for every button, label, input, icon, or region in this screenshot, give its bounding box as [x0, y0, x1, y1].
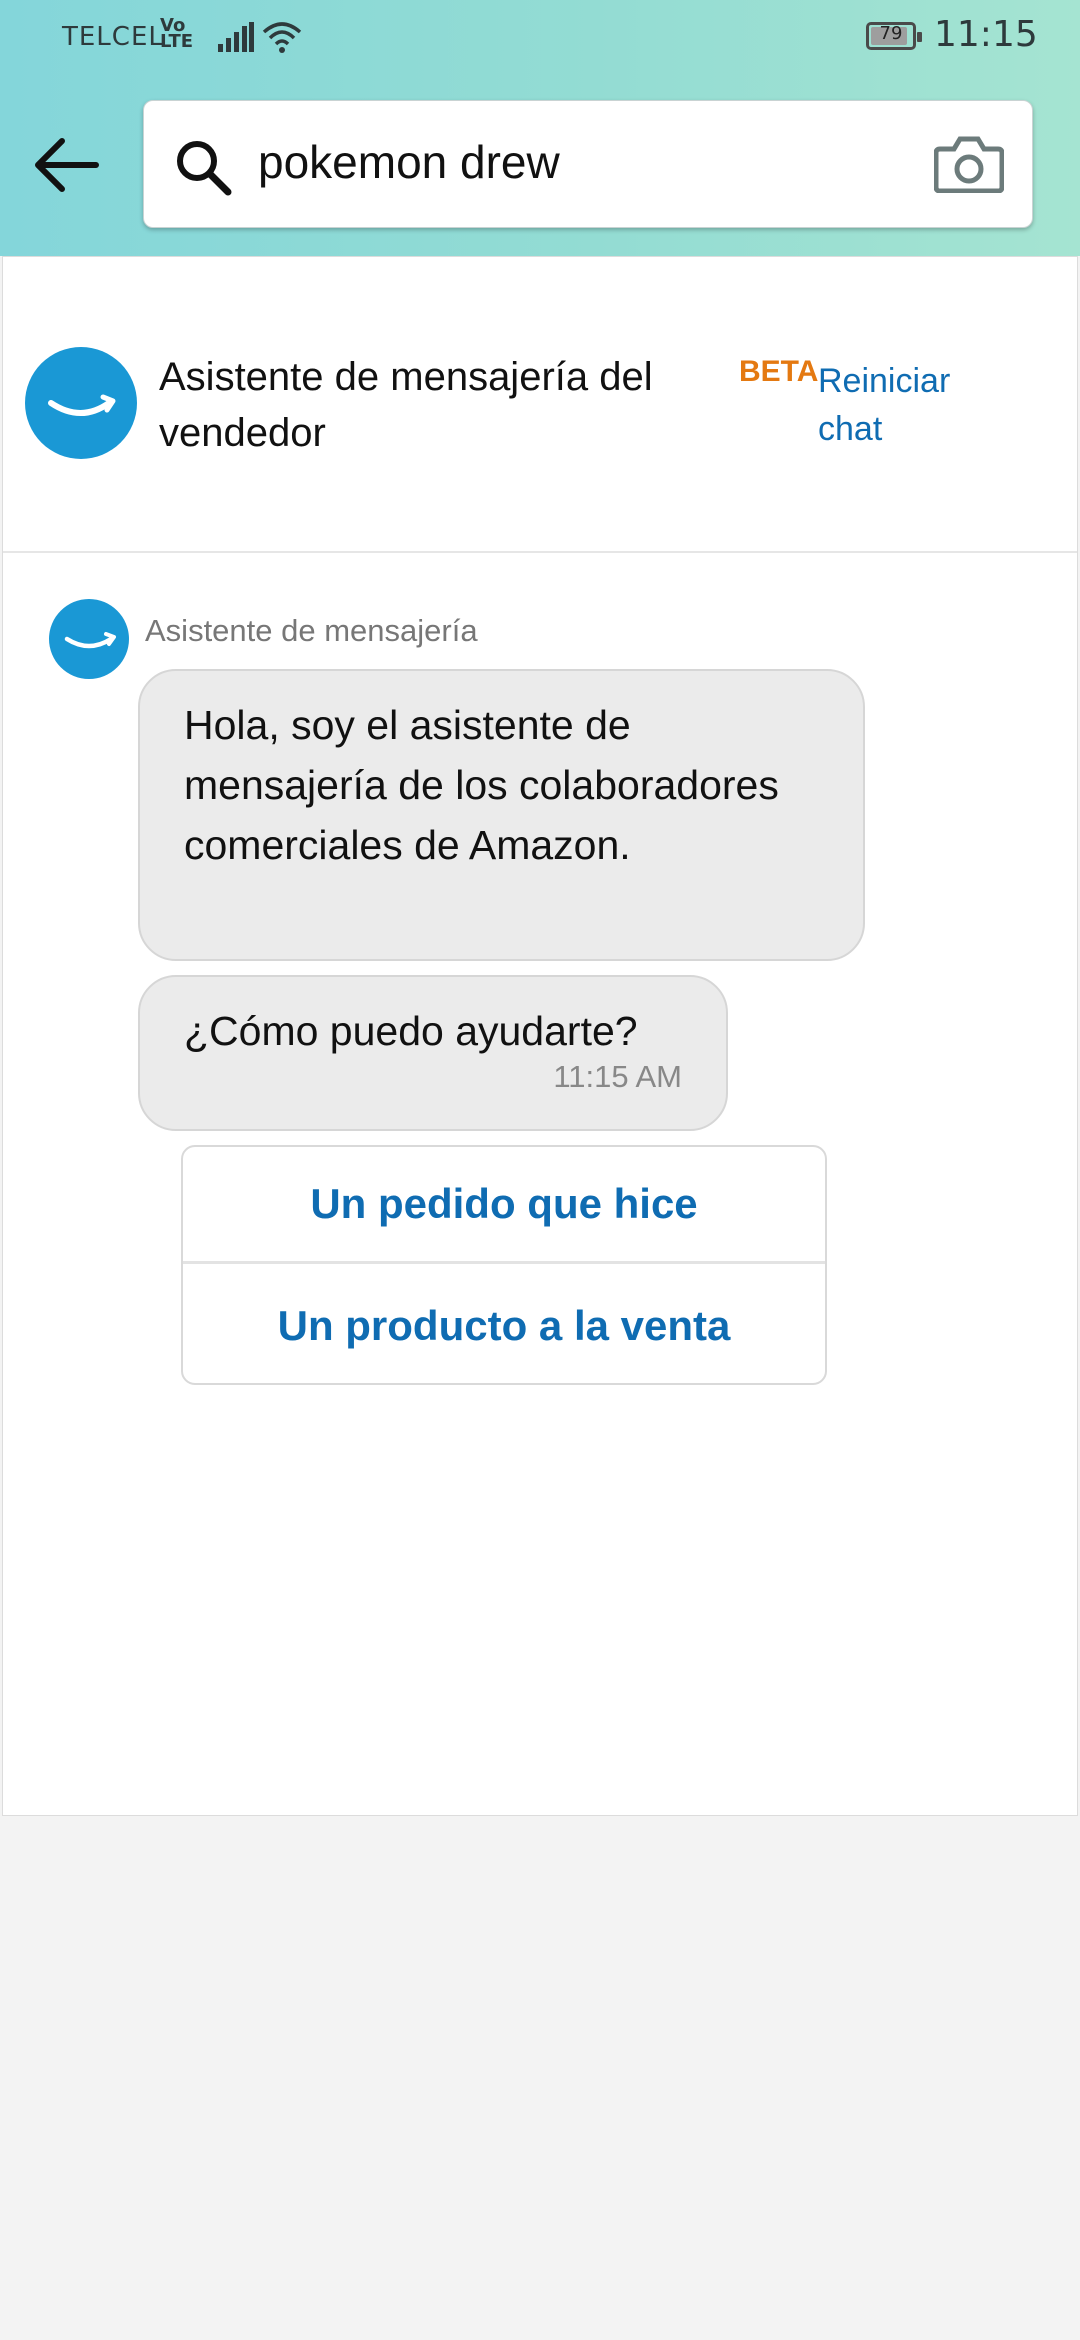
- app-header: TELCEL Vo LTE 79 11:15 pokemon drew: [0, 0, 1080, 256]
- restart-chat-link[interactable]: Reiniciar chat: [818, 357, 968, 453]
- option-product-button[interactable]: Un producto a la venta: [183, 1267, 825, 1384]
- quick-reply-options: Un pedido que hice Un producto a la vent…: [181, 1145, 827, 1385]
- message-bubble: Hola, soy el asistente de mensajería de …: [138, 669, 865, 961]
- signal-icon: [218, 22, 254, 52]
- status-bar: TELCEL Vo LTE 79 11:15: [0, 0, 1080, 76]
- carrier-label: TELCEL: [62, 22, 164, 52]
- search-icon: [177, 141, 232, 196]
- battery-icon: 79: [866, 22, 922, 50]
- camera-icon[interactable]: [934, 135, 1004, 193]
- amazon-smile-icon: [48, 394, 116, 416]
- option-order-button[interactable]: Un pedido que hice: [183, 1147, 825, 1264]
- back-arrow-icon[interactable]: [32, 130, 102, 200]
- status-time: 11:15: [934, 14, 1038, 55]
- message-text: Hola, soy el asistente de mensajería de …: [184, 702, 779, 868]
- sender-name: Asistente de mensajería: [145, 613, 478, 648]
- search-input[interactable]: pokemon drew: [258, 135, 560, 189]
- chat-header: Asistente de mensajería del vendedor BET…: [3, 257, 1077, 553]
- message-timestamp: 11:15 AM: [553, 1059, 682, 1094]
- battery-level: 79: [879, 23, 903, 44]
- chat-panel: Asistente de mensajería del vendedor BET…: [2, 256, 1078, 1816]
- message-text: ¿Cómo puedo ayudarte?: [184, 1008, 638, 1054]
- amazon-smile-avatar: [25, 347, 137, 459]
- assistant-avatar: [49, 599, 129, 679]
- search-bar[interactable]: pokemon drew: [143, 100, 1033, 228]
- beta-badge: BETA: [739, 355, 819, 388]
- volte-indicator: Vo LTE: [160, 15, 194, 52]
- amazon-smile-icon: [64, 632, 116, 649]
- message-bubble: ¿Cómo puedo ayudarte? 11:15 AM: [138, 975, 728, 1131]
- wifi-icon: [262, 22, 302, 53]
- chat-title: Asistente de mensajería del vendedor: [159, 355, 653, 455]
